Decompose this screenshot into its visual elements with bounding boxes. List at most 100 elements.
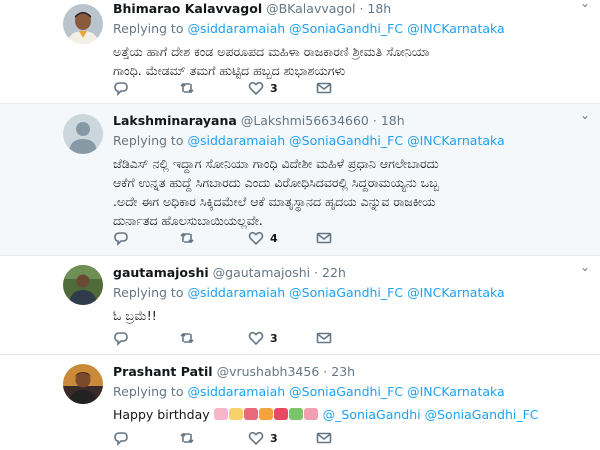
tweet-card[interactable]: Prashant Patil @vrushabh3456 · 23h Reply…: [0, 355, 600, 450]
mention-link[interactable]: @SoniaGandhi_FC: [289, 285, 403, 300]
retweet-icon: [180, 432, 194, 444]
heart-icon: [248, 431, 264, 446]
timestamp[interactable]: 22h: [322, 265, 346, 280]
chevron-down-icon[interactable]: ⌄: [580, 0, 590, 10]
replying-to-label: Replying to: [113, 384, 184, 399]
retweet-button[interactable]: [179, 429, 195, 447]
reply-button[interactable]: [113, 429, 129, 447]
separator-dot: ·: [359, 1, 364, 16]
reply-icon: [114, 232, 128, 246]
separator-dot: ·: [372, 113, 377, 128]
heart-icon: [248, 81, 264, 96]
tweet-card[interactable]: Bhimarao Kalavvagol @BKalavvagol · 18h ⌄…: [0, 0, 600, 104]
chevron-down-icon[interactable]: ⌄: [580, 108, 590, 122]
bouquet-icon: [243, 408, 258, 420]
tweet-header: Lakshminarayana @Lakshmi56634660 · 18h: [113, 112, 590, 130]
heart-icon: [248, 331, 264, 346]
tweet-text: ಅತ್ತೆಯ ಹಾಗೆ ದೇಶ ಕಂಡ ಅಪರೂಪದ ಮಹಿಳಾ ರಾಜಕಾರಣ…: [113, 42, 590, 80]
reply-button[interactable]: [113, 329, 129, 347]
reply-button[interactable]: [113, 79, 129, 97]
retweet-icon: [180, 332, 194, 344]
display-name[interactable]: Prashant Patil: [113, 364, 213, 379]
like-button[interactable]: 4: [248, 229, 278, 247]
tweet-text-line: Happy birthday: [113, 407, 210, 422]
display-name[interactable]: Lakshminarayana: [113, 113, 237, 128]
mention-link[interactable]: @SoniaGandhi_FC: [289, 21, 403, 36]
tweet-actions: 4: [113, 229, 353, 247]
tweet-text-line: ಗಾಂಧಿ. ಮೇಡಮ್ ತಮಗೆ ಹುಟ್ಟಿದ ಹಬ್ಬದ ಶುಭಾಶಯಗಳ…: [113, 63, 346, 78]
tweet-text-line: .ಅದೇ ಈಗ ಅಧಿಕಾರ ಸಿಕ್ಕಿದಮೇಲೆ ಆಕೆ ಮಾತೃಸ್ಥಾನ…: [113, 194, 436, 209]
tweet-text: Happy birthday @_SoniaGandhi @SoniaGandh…: [113, 405, 590, 424]
timestamp[interactable]: 18h: [381, 113, 405, 128]
heart-icon: [248, 231, 264, 246]
tweet-text-line: ಜೆಡಿಎಸ್ ನಲ್ಲಿ ಇದ್ದಾಗ ಸೋನಿಯಾ ಗಾಂಧಿ ವಿದೇಶೀ…: [113, 156, 439, 171]
like-count: 3: [270, 331, 278, 345]
replying-to-label: Replying to: [113, 21, 184, 36]
separator-dot: ·: [314, 265, 319, 280]
direct-message-button[interactable]: [316, 329, 332, 347]
tweet-text-line: ಆಕೆಗೆ ಉನ್ನತ ಹುದ್ದೆ ಸಿಗಬಾರದು ಎಂದು ವಿರೋಧಿಸ…: [113, 175, 439, 190]
retweet-button[interactable]: [179, 329, 195, 347]
reply-icon: [114, 82, 128, 96]
display-name[interactable]: Bhimarao Kalavvagol: [113, 1, 262, 16]
reply-icon: [114, 432, 128, 446]
like-button[interactable]: 3: [248, 79, 278, 97]
retweet-icon: [180, 232, 194, 244]
tweet-text: ಜೆಡಿಎಸ್ ನಲ್ಲಿ ಇದ್ದಾಗ ಸೋನಿಯಾ ಗಾಂಧಿ ವಿದೇಶೀ…: [113, 154, 590, 230]
mention-link[interactable]: @siddaramaiah: [187, 285, 285, 300]
mention-link[interactable]: @INCKarnataka: [407, 384, 505, 399]
tweet-card[interactable]: Lakshminarayana @Lakshmi56634660 · 18h ⌄…: [0, 104, 600, 256]
tweet-header: gautamajoshi @gautamajoshi · 22h: [113, 264, 590, 282]
user-handle[interactable]: @vrushabh3456: [217, 364, 320, 379]
tweet-card[interactable]: gautamajoshi @gautamajoshi · 22h ⌄ Reply…: [0, 256, 600, 355]
reply-icon: [114, 332, 128, 346]
avatar[interactable]: [63, 114, 103, 154]
mention-link[interactable]: @INCKarnataka: [407, 133, 505, 148]
replying-to-label: Replying to: [113, 285, 184, 300]
mention-link[interactable]: @SoniaGandhi_FC: [289, 133, 403, 148]
avatar[interactable]: [63, 364, 103, 404]
envelope-icon: [316, 232, 332, 244]
display-name[interactable]: gautamajoshi: [113, 265, 209, 280]
tweet-header: Bhimarao Kalavvagol @BKalavvagol · 18h: [113, 0, 590, 18]
direct-message-button[interactable]: [316, 79, 332, 97]
gift-icon: [273, 408, 288, 420]
user-handle[interactable]: @BKalavvagol: [266, 1, 355, 16]
mention-link[interactable]: @siddaramaiah: [187, 21, 285, 36]
user-handle[interactable]: @gautamajoshi: [213, 265, 310, 280]
timestamp[interactable]: 23h: [331, 364, 355, 379]
mention-link[interactable]: @siddaramaiah: [187, 133, 285, 148]
replying-to-label: Replying to: [113, 133, 184, 148]
retweet-button[interactable]: [179, 79, 195, 97]
replying-to-line: Replying to @siddaramaiah @SoniaGandhi_F…: [113, 132, 590, 150]
mention-link[interactable]: @_SoniaGandhi: [323, 407, 421, 422]
mention-link[interactable]: @INCKarnataka: [407, 285, 505, 300]
tweet-actions: 3: [113, 329, 353, 347]
mention-link[interactable]: @siddaramaiah: [187, 384, 285, 399]
mention-link[interactable]: @SoniaGandhi_FC: [289, 384, 403, 399]
bouquet-icon: [303, 408, 318, 420]
like-button[interactable]: 3: [248, 329, 278, 347]
chevron-down-icon[interactable]: ⌄: [580, 260, 590, 274]
tweet-actions: 3: [113, 429, 353, 447]
mention-link[interactable]: @INCKarnataka: [407, 21, 505, 36]
user-handle[interactable]: @Lakshmi56634660: [241, 113, 369, 128]
avatar[interactable]: [63, 4, 103, 44]
like-button[interactable]: 3: [248, 429, 278, 447]
mention-link[interactable]: @SoniaGandhi_FC: [425, 407, 539, 422]
tweet-text-line: ಅತ್ತೆಯ ಹಾಗೆ ದೇಶ ಕಂಡ ಅಪರೂಪದ ಮಹಿಳಾ ರಾಜಕಾರಣ…: [113, 44, 430, 59]
tweet-text-line: ಓ ಬ್ರಮೆ!!: [113, 308, 157, 323]
birthday-cake-icon: [213, 408, 228, 420]
retweet-button[interactable]: [179, 229, 195, 247]
direct-message-button[interactable]: [316, 429, 332, 447]
like-count: 3: [270, 81, 278, 95]
tweet-text-line: ದುರ್ನಾತದ ಹೊಲಸುಬಾಯಿಯಲ್ಲವೇ.: [113, 213, 263, 228]
reply-button[interactable]: [113, 229, 129, 247]
direct-message-button[interactable]: [316, 229, 332, 247]
separator-dot: ·: [323, 364, 328, 379]
avatar[interactable]: [63, 265, 103, 305]
cake-icon: [228, 408, 243, 420]
party-popper-icon: [258, 408, 273, 420]
replying-to-line: Replying to @siddaramaiah @SoniaGandhi_F…: [113, 20, 590, 38]
timestamp[interactable]: 18h: [367, 1, 391, 16]
